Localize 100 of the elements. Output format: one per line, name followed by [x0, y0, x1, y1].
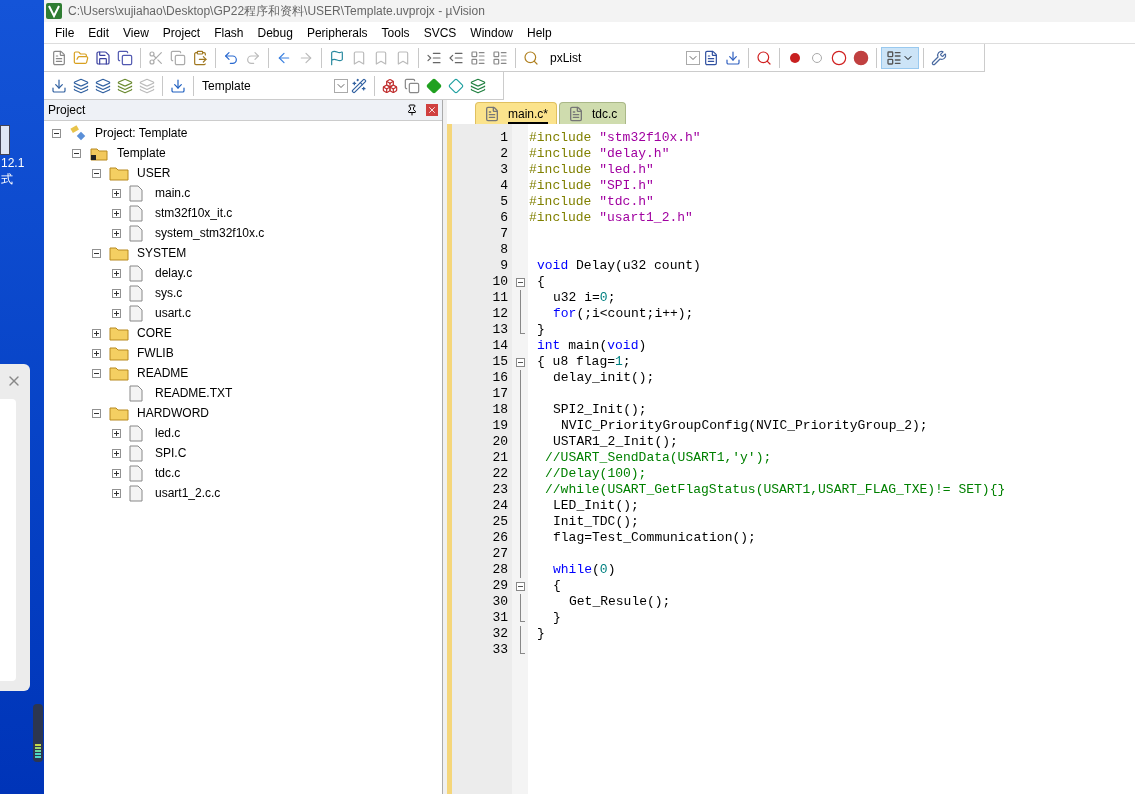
file-icon: [129, 204, 143, 222]
line-number: 23: [492, 482, 508, 498]
expand-toggle-icon[interactable]: [112, 268, 121, 278]
expand-toggle-icon[interactable]: [112, 208, 121, 218]
menu-item[interactable]: Flash: [207, 23, 251, 42]
line-number: 17: [492, 386, 508, 402]
menu-item[interactable]: Project: [155, 23, 208, 42]
window-layout-button[interactable]: [881, 46, 919, 69]
code-token: main(: [568, 338, 608, 354]
flag-icon[interactable]: [329, 49, 345, 66]
menu-item[interactable]: Edit: [81, 23, 117, 42]
tree-item[interactable]: README.TXT: [155, 384, 233, 402]
collapse-toggle-icon[interactable]: [92, 368, 101, 378]
tree-item[interactable]: HARDWORD: [137, 404, 209, 422]
code-token: Delay(u32 count): [576, 258, 701, 274]
expand-toggle-icon[interactable]: [112, 188, 121, 198]
code-token: }: [537, 626, 545, 642]
tree-item[interactable]: Project: Template: [95, 124, 188, 142]
expand-toggle-icon[interactable]: [92, 328, 101, 338]
menu-item[interactable]: View: [116, 23, 156, 42]
editor-tab[interactable]: tdc.c: [559, 102, 627, 124]
expand-toggle-icon[interactable]: [112, 468, 121, 478]
tree-item[interactable]: delay.c: [155, 264, 193, 282]
download-icon[interactable]: [51, 77, 67, 94]
line-number: 30: [492, 594, 508, 610]
find-in-files-icon[interactable]: [523, 49, 539, 66]
collapse-toggle-icon[interactable]: [92, 248, 101, 258]
expand-toggle-icon[interactable]: [112, 228, 121, 238]
code-token: USTAR1_2_Init();: [553, 434, 678, 450]
close-button[interactable]: [426, 104, 438, 116]
menu-item[interactable]: File: [48, 23, 82, 42]
fold-toggle-icon[interactable]: [515, 357, 525, 367]
tree-item[interactable]: FWLIB: [137, 344, 174, 362]
load-icon[interactable]: [170, 77, 186, 94]
line-number: 5: [500, 194, 508, 210]
file-icon: [484, 105, 500, 122]
fold-toggle-icon[interactable]: [515, 277, 525, 287]
tree-item[interactable]: usart1_2.c.c: [155, 484, 221, 502]
paste-icon[interactable]: [192, 49, 208, 66]
tree-item[interactable]: SPI.C: [155, 444, 187, 462]
tree-item[interactable]: tdc.c: [155, 464, 181, 482]
line-number: 3: [500, 162, 508, 178]
editor-tab[interactable]: main.c*: [475, 102, 557, 124]
tree-item[interactable]: led.c: [155, 424, 181, 442]
expand-toggle-icon[interactable]: [112, 308, 121, 318]
stacked-windows-icon[interactable]: [404, 77, 420, 94]
breakpoint-icon[interactable]: [790, 52, 800, 63]
wrench-icon[interactable]: [931, 49, 947, 66]
code-token: LED_Init();: [553, 498, 639, 514]
save-icon[interactable]: [95, 49, 111, 66]
pin-icon[interactable]: [406, 104, 418, 116]
line-number: 21: [492, 450, 508, 466]
diamond-icon[interactable]: [426, 77, 442, 94]
code-token: #include: [529, 210, 593, 226]
magic-wand-icon[interactable]: [351, 77, 367, 94]
tree-item[interactable]: USER: [137, 164, 171, 182]
tree-item[interactable]: README: [137, 364, 189, 382]
expand-toggle-icon[interactable]: [92, 348, 101, 358]
file-icon: [568, 105, 584, 122]
target-combo[interactable]: Template: [202, 75, 348, 96]
desktop-icon-label: 式: [0, 171, 13, 187]
find-combo[interactable]: pxList: [550, 47, 700, 68]
menu-item[interactable]: SVCS: [416, 23, 464, 42]
expand-toggle-icon[interactable]: [112, 288, 121, 298]
tree-item[interactable]: sys.c: [155, 284, 183, 302]
tree-item[interactable]: CORE: [137, 324, 172, 342]
collapse-toggle-icon[interactable]: [92, 168, 101, 178]
expand-toggle-icon[interactable]: [112, 488, 121, 498]
tree-item[interactable]: stm32f10x_it.c: [155, 204, 233, 222]
code-token: while: [553, 562, 592, 578]
collapse-toggle-icon[interactable]: [92, 408, 101, 418]
boxes-icon[interactable]: [382, 77, 398, 94]
expand-toggle-icon[interactable]: [112, 448, 121, 458]
code-token: SPI2_Init();: [553, 402, 647, 418]
fold-toggle-icon[interactable]: [515, 581, 525, 591]
code-token: { u8 flag=: [537, 354, 615, 370]
line-number: 4: [500, 178, 508, 194]
folder-icon: [109, 345, 129, 361]
new-file-icon[interactable]: [51, 49, 67, 66]
code-token: Init_TDC();: [553, 514, 639, 530]
menu-item[interactable]: Debug: [250, 23, 300, 42]
menu-item[interactable]: Tools: [374, 23, 417, 42]
menu-item[interactable]: Peripherals: [299, 23, 375, 42]
code-token: #include: [529, 178, 593, 194]
tree-item[interactable]: main.c: [155, 184, 191, 202]
tree-item[interactable]: system_stm32f10x.c: [155, 224, 265, 242]
file-icon: [129, 224, 143, 242]
tree-item[interactable]: SYSTEM: [137, 244, 187, 262]
collapse-toggle-icon[interactable]: [52, 128, 61, 138]
close-icon: [427, 105, 437, 115]
menu-item[interactable]: Help: [520, 23, 559, 42]
tree-item[interactable]: usart.c: [155, 304, 191, 322]
project-icon: [69, 125, 87, 141]
code-token: 0: [599, 562, 608, 578]
menu-item[interactable]: Window: [463, 23, 520, 42]
undo-icon[interactable]: [223, 49, 239, 66]
expand-toggle-icon[interactable]: [112, 428, 121, 438]
line-number: 19: [492, 418, 508, 434]
collapse-toggle-icon[interactable]: [72, 148, 81, 158]
tree-item[interactable]: Template: [117, 144, 166, 162]
